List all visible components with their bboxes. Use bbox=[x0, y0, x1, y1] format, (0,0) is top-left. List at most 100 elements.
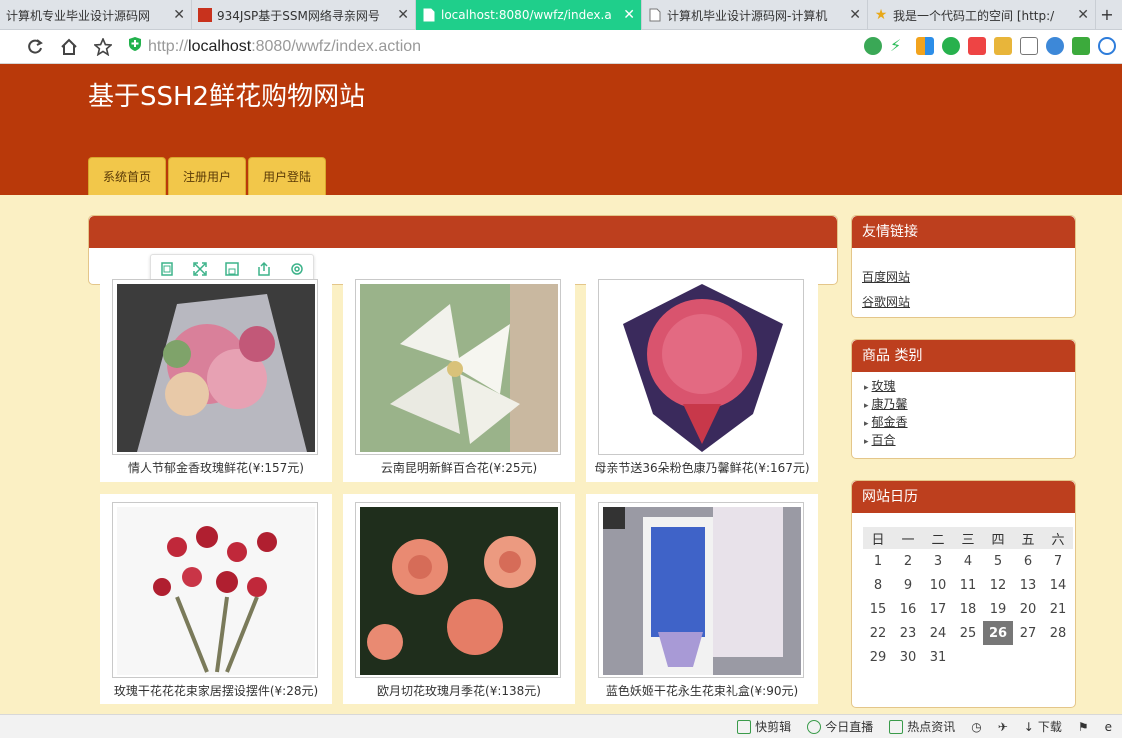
calendar-day[interactable]: 28 bbox=[1043, 621, 1073, 645]
calendar-day-today[interactable]: 26 bbox=[983, 621, 1013, 645]
category-item[interactable]: 百合 bbox=[864, 432, 1075, 450]
calendar-day[interactable]: 5 bbox=[983, 549, 1013, 573]
calendar-day[interactable]: 23 bbox=[893, 621, 923, 645]
product-image-frame[interactable] bbox=[112, 279, 318, 455]
product-name[interactable]: 云南昆明新鲜百合花(¥:25元) bbox=[343, 459, 575, 476]
nav-login[interactable]: 用户登陆 bbox=[248, 157, 326, 195]
lightning-icon[interactable]: ⚡ bbox=[890, 37, 908, 55]
calendar-day[interactable]: 19 bbox=[983, 597, 1013, 621]
browser-tab-active[interactable]: localhost:8080/wwfz/index.a ✕ bbox=[416, 0, 642, 30]
category-link[interactable]: 玫瑰 bbox=[872, 379, 896, 393]
nav-register[interactable]: 注册用户 bbox=[168, 157, 246, 195]
book-icon[interactable] bbox=[1072, 37, 1090, 55]
settings-gear-icon[interactable] bbox=[289, 261, 305, 277]
calendar-day[interactable]: 2 bbox=[893, 549, 923, 573]
calendar-day[interactable]: 15 bbox=[863, 597, 893, 621]
browser-tab[interactable]: 计算机毕业设计源码网-计算机 ✕ bbox=[642, 0, 868, 30]
calendar-day[interactable]: 22 bbox=[863, 621, 893, 645]
calendar-day[interactable]: 8 bbox=[863, 573, 893, 597]
calendar-day[interactable]: 29 bbox=[863, 645, 893, 669]
calendar-day[interactable]: 31 bbox=[923, 645, 953, 669]
reload-button[interactable] bbox=[18, 32, 52, 62]
pin-icon[interactable]: ✈ bbox=[998, 720, 1008, 734]
product-card[interactable]: 蓝色妖姬干花永生花束礼盒(¥:90元) bbox=[586, 494, 818, 704]
search-icon[interactable] bbox=[1046, 37, 1064, 55]
home-button[interactable] bbox=[52, 32, 86, 62]
product-name[interactable]: 欧月切花玫瑰月季花(¥:138元) bbox=[343, 682, 575, 699]
calendar-day[interactable]: 17 bbox=[923, 597, 953, 621]
nav-home[interactable]: 系统首页 bbox=[88, 157, 166, 195]
link-baidu[interactable]: 百度网站 bbox=[862, 268, 1075, 285]
status-item[interactable]: ↓ 下载 bbox=[1024, 718, 1062, 735]
product-card[interactable]: 欧月切花玫瑰月季花(¥:138元) bbox=[343, 494, 575, 704]
copy-icon[interactable] bbox=[159, 261, 175, 277]
calendar-day[interactable]: 16 bbox=[893, 597, 923, 621]
category-item[interactable]: 郁金香 bbox=[864, 414, 1075, 432]
image-icon[interactable] bbox=[994, 37, 1012, 55]
share-icon[interactable] bbox=[256, 261, 272, 277]
category-link[interactable]: 康乃馨 bbox=[872, 397, 908, 411]
product-card[interactable]: 情人节郁金香玫瑰鲜花(¥:157元) bbox=[100, 279, 332, 482]
calendar-day[interactable]: 3 bbox=[923, 549, 953, 573]
calendar-day[interactable]: 21 bbox=[1043, 597, 1073, 621]
product-name[interactable]: 情人节郁金香玫瑰鲜花(¥:157元) bbox=[100, 459, 332, 476]
calendar-day[interactable]: 7 bbox=[1043, 549, 1073, 573]
category-item[interactable]: 康乃馨 bbox=[864, 396, 1075, 414]
refresh-ext-icon[interactable] bbox=[864, 37, 882, 55]
category-link[interactable]: 百合 bbox=[872, 433, 896, 447]
calendar-day[interactable]: 11 bbox=[953, 573, 983, 597]
bookmark-button[interactable] bbox=[86, 32, 120, 62]
product-name[interactable]: 蓝色妖姬干花永生花束礼盒(¥:90元) bbox=[586, 682, 818, 699]
calendar-day[interactable]: 30 bbox=[893, 645, 923, 669]
new-tab-button[interactable]: + bbox=[1096, 0, 1118, 29]
calendar-day[interactable]: 20 bbox=[1013, 597, 1043, 621]
history-icon[interactable]: ◷ bbox=[971, 720, 981, 734]
translate-icon[interactable] bbox=[968, 37, 986, 55]
product-name[interactable]: 玫瑰干花花花束家居摆设摆件(¥:28元) bbox=[100, 682, 332, 699]
close-icon[interactable]: ✕ bbox=[397, 7, 409, 23]
status-item[interactable]: 今日直播 bbox=[807, 718, 873, 735]
calendar-day[interactable]: 24 bbox=[923, 621, 953, 645]
product-image-frame[interactable] bbox=[355, 279, 561, 455]
product-card[interactable]: 母亲节送36朵粉色康乃馨鲜花(¥:167元) bbox=[586, 279, 818, 482]
calendar-day[interactable]: 13 bbox=[1013, 573, 1043, 597]
calendar-day[interactable]: 18 bbox=[953, 597, 983, 621]
browser-tab[interactable]: 934JSP基于SSM网络寻亲网号 ✕ bbox=[192, 0, 416, 30]
calendar-day[interactable]: 4 bbox=[953, 549, 983, 573]
calendar-day[interactable]: 25 bbox=[953, 621, 983, 645]
product-name[interactable]: 母亲节送36朵粉色康乃馨鲜花(¥:167元) bbox=[586, 459, 818, 476]
product-image-frame[interactable] bbox=[598, 279, 804, 455]
close-icon[interactable]: ✕ bbox=[623, 7, 635, 23]
money-icon[interactable] bbox=[942, 37, 960, 55]
calendar-day[interactable]: 27 bbox=[1013, 621, 1043, 645]
expand-icon[interactable] bbox=[192, 261, 208, 277]
category-item[interactable]: 玫瑰 bbox=[864, 378, 1075, 396]
calendar-day[interactable]: 6 bbox=[1013, 549, 1043, 573]
close-icon[interactable]: ✕ bbox=[173, 7, 185, 23]
calendar-day[interactable]: 1 bbox=[863, 549, 893, 573]
product-image-frame[interactable] bbox=[355, 502, 561, 678]
product-card[interactable]: 云南昆明新鲜百合花(¥:25元) bbox=[343, 279, 575, 482]
browser-tab[interactable]: ★ 我是一个代码工的空间 [http:/ ✕ bbox=[868, 0, 1096, 30]
product-card[interactable]: 玫瑰干花花花束家居摆设摆件(¥:28元) bbox=[100, 494, 332, 704]
calendar-day[interactable]: 10 bbox=[923, 573, 953, 597]
product-image-frame[interactable] bbox=[112, 502, 318, 678]
calendar-day[interactable]: 14 bbox=[1043, 573, 1073, 597]
link-google[interactable]: 谷歌网站 bbox=[862, 293, 1075, 310]
ie-icon[interactable]: e bbox=[1105, 720, 1112, 734]
close-icon[interactable]: ✕ bbox=[849, 7, 861, 23]
category-link[interactable]: 郁金香 bbox=[872, 415, 908, 429]
apps-icon[interactable] bbox=[916, 37, 934, 55]
calendar-day[interactable]: 9 bbox=[893, 573, 923, 597]
minus-circle-icon[interactable] bbox=[1098, 37, 1116, 55]
browser-tab[interactable]: 计算机专业毕业设计源码网 ✕ bbox=[0, 0, 192, 30]
status-item[interactable]: 快剪辑 bbox=[737, 718, 791, 735]
product-image-frame[interactable] bbox=[598, 502, 804, 678]
status-item[interactable]: 热点资讯 bbox=[889, 718, 955, 735]
url-field[interactable]: http:// localhost :8080/wwfz/index.actio… bbox=[128, 36, 421, 57]
calendar-day[interactable]: 12 bbox=[983, 573, 1013, 597]
screenshot-icon[interactable] bbox=[1020, 37, 1038, 55]
save-icon[interactable] bbox=[224, 261, 240, 277]
close-icon[interactable]: ✕ bbox=[1077, 7, 1089, 23]
flag-icon[interactable]: ⚑ bbox=[1078, 720, 1089, 734]
